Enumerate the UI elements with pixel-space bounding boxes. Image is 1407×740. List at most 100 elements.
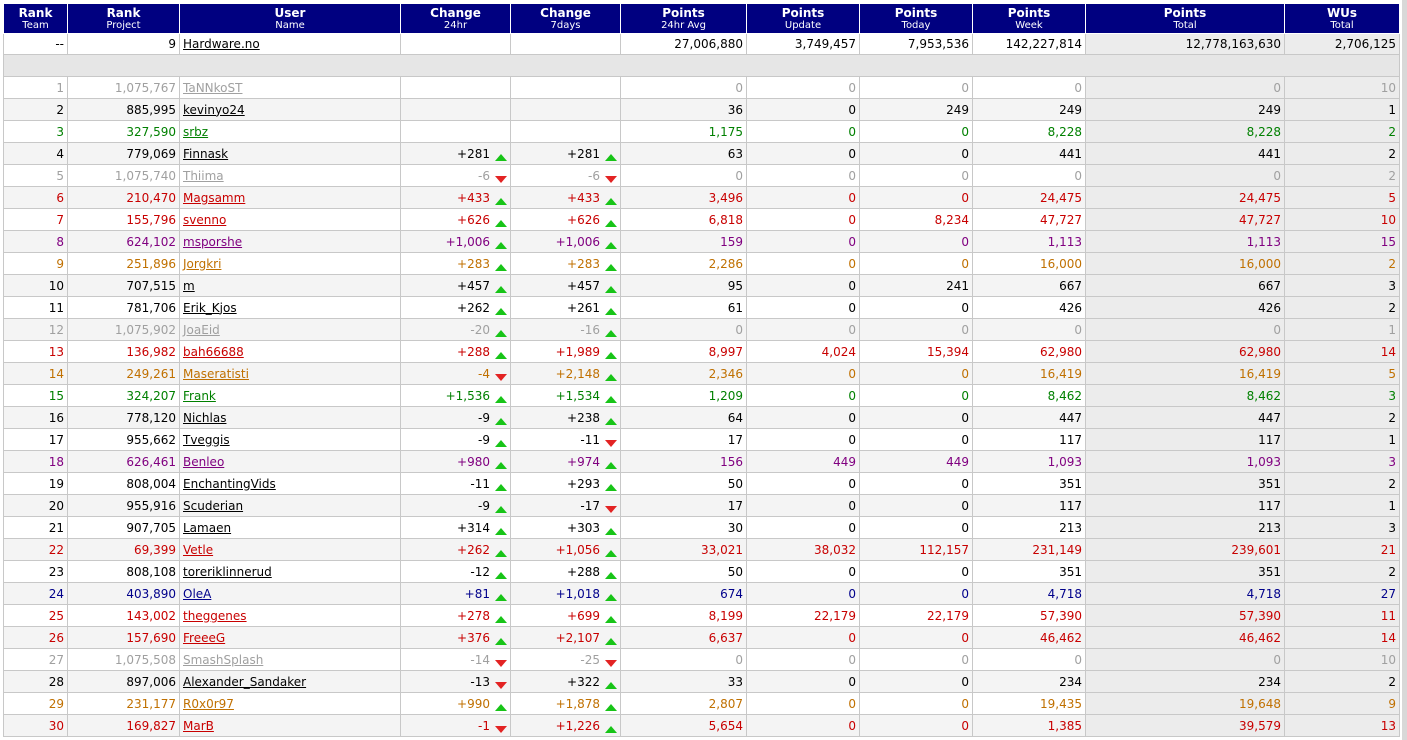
window-scrollbar[interactable] bbox=[1402, 0, 1407, 740]
points-24hr-avg-cell: 3,496 bbox=[620, 186, 747, 209]
user-name-link[interactable]: Thiima bbox=[183, 169, 224, 183]
points-24hr-avg-cell: 1,175 bbox=[620, 120, 747, 143]
user-name-link[interactable]: Lamaen bbox=[183, 521, 231, 535]
user-name-link[interactable]: Tveggis bbox=[183, 433, 230, 447]
user-name-link[interactable]: srbz bbox=[183, 125, 208, 139]
header-points-update[interactable]: Points Update bbox=[746, 3, 860, 34]
points-week-cell: 16,000 bbox=[972, 252, 1086, 275]
change-24hr-cell: +376 bbox=[400, 626, 511, 649]
rank-team-cell-value: 27 bbox=[48, 652, 64, 667]
team-points-total: 12,778,163,630 bbox=[1085, 33, 1285, 55]
wus-total-cell: 1 bbox=[1284, 494, 1400, 517]
arrow-down-icon bbox=[605, 175, 617, 183]
user-name-link[interactable]: Maseratisti bbox=[183, 367, 249, 381]
user-name-link[interactable]: MarB bbox=[183, 719, 214, 733]
user-name-link[interactable]: m bbox=[183, 279, 195, 293]
points-update-cell-value: 0 bbox=[848, 696, 856, 711]
points-24hr-avg-cell: 30 bbox=[620, 516, 747, 539]
header-points-24hr-avg[interactable]: Points 24hr Avg bbox=[620, 3, 747, 34]
points-total-cell: 441 bbox=[1085, 142, 1285, 165]
arrow-up-icon bbox=[605, 307, 617, 315]
points-week-cell: 19,435 bbox=[972, 692, 1086, 715]
change-24hr-cell: +1,006 bbox=[400, 230, 511, 253]
user-name-cell: msporshe bbox=[179, 230, 401, 253]
user-name-link[interactable]: Nichlas bbox=[183, 411, 226, 425]
header-points-week[interactable]: Points Week bbox=[972, 3, 1086, 34]
points-total-cell: 4,718 bbox=[1085, 582, 1285, 605]
header-rank-team[interactable]: Rank Team bbox=[3, 3, 68, 34]
points-update-cell: 0 bbox=[746, 208, 860, 231]
change-7days-cell-value: +1,534 bbox=[555, 388, 600, 403]
user-name-link[interactable]: Erik_Kjos bbox=[183, 301, 237, 315]
team-rank-team: -- bbox=[3, 33, 68, 55]
wus-total-cell: 13 bbox=[1284, 714, 1400, 737]
user-name-link[interactable]: TaNNkoST bbox=[183, 81, 242, 95]
team-name-link[interactable]: Hardware.no bbox=[183, 37, 260, 51]
user-name-link[interactable]: Finnask bbox=[183, 147, 228, 161]
user-name-link[interactable]: Magsamm bbox=[183, 191, 245, 205]
points-today-cell: 0 bbox=[859, 582, 973, 605]
points-today-cell: 0 bbox=[859, 120, 973, 143]
user-name-link[interactable]: Frank bbox=[183, 389, 216, 403]
user-name-link[interactable]: JoaEid bbox=[183, 323, 220, 337]
user-name-link[interactable]: Alexander_Sandaker bbox=[183, 675, 306, 689]
user-name-link[interactable]: theggenes bbox=[183, 609, 247, 623]
header-change-24hr[interactable]: Change 24hr bbox=[400, 3, 511, 34]
wus-total-cell-value: 2 bbox=[1388, 564, 1396, 579]
points-update-cell: 0 bbox=[746, 626, 860, 649]
header-wus-total[interactable]: WUs Total bbox=[1284, 3, 1400, 34]
user-name-link[interactable]: svenno bbox=[183, 213, 226, 227]
rank-team-cell-value: 18 bbox=[48, 454, 64, 469]
header-subtitle: Name bbox=[275, 19, 305, 31]
user-name-link[interactable]: Benleo bbox=[183, 455, 224, 469]
change-24hr-cell: +288 bbox=[400, 340, 511, 363]
points-week-cell-value: 57,390 bbox=[1040, 608, 1082, 623]
header-subtitle: 24hr Avg bbox=[661, 19, 706, 31]
arrow-down-icon bbox=[495, 373, 507, 381]
points-total-cell-value: 0 bbox=[1273, 652, 1281, 667]
header-points-total[interactable]: Points Total bbox=[1085, 3, 1285, 34]
header-subtitle: Update bbox=[784, 19, 822, 31]
rank-team-cell-value: 15 bbox=[48, 388, 64, 403]
arrow-down-icon bbox=[495, 175, 507, 183]
user-name-link[interactable]: Vetle bbox=[183, 543, 213, 557]
user-name-link[interactable]: R0x0r97 bbox=[183, 697, 234, 711]
user-name-link[interactable]: SmashSplash bbox=[183, 653, 263, 667]
user-name-link[interactable]: Scuderian bbox=[183, 499, 243, 513]
rank-team-cell-value: 1 bbox=[56, 80, 64, 95]
points-today-cell-value: 449 bbox=[946, 454, 969, 469]
user-name-link[interactable]: msporshe bbox=[183, 235, 242, 249]
user-name-cell: theggenes bbox=[179, 604, 401, 627]
points-update-cell: 0 bbox=[746, 164, 860, 187]
change-7days-cell-value: +626 bbox=[567, 212, 600, 227]
rank-project-cell-value: 897,006 bbox=[126, 674, 176, 689]
user-name-cell: MarB bbox=[179, 714, 401, 737]
user-name-link[interactable]: Jorgkri bbox=[183, 257, 221, 271]
wus-total-cell: 2 bbox=[1284, 406, 1400, 429]
points-total-cell-value: 57,390 bbox=[1239, 608, 1281, 623]
header-user-name[interactable]: User Name bbox=[179, 3, 401, 34]
user-name-link[interactable]: bah66688 bbox=[183, 345, 244, 359]
user-name-link[interactable]: EnchantingVids bbox=[183, 477, 276, 491]
wus-total-cell-value: 14 bbox=[1380, 630, 1396, 645]
wus-total-cell-value: 1 bbox=[1388, 432, 1396, 447]
user-name-link[interactable]: kevinyo24 bbox=[183, 103, 245, 117]
change-7days-cell: +1,989 bbox=[510, 340, 621, 363]
rank-project-cell-value: 781,706 bbox=[126, 300, 176, 315]
user-name-cell: EnchantingVids bbox=[179, 472, 401, 495]
user-name-link[interactable]: toreriklinnerud bbox=[183, 565, 272, 579]
header-change-7days[interactable]: Change 7days bbox=[510, 3, 621, 34]
rank-team-cell: 7 bbox=[3, 208, 68, 231]
user-name-link[interactable]: OleA bbox=[183, 587, 211, 601]
points-today-cell-value: 0 bbox=[961, 388, 969, 403]
rank-team-cell-value: 16 bbox=[48, 410, 64, 425]
table-row: 6 210,470 Magsamm +433 +433 3,496 0 0 24,475 24,4… bbox=[3, 186, 1400, 209]
user-name-cell: Tveggis bbox=[179, 428, 401, 451]
header-points-today[interactable]: Points Today bbox=[859, 3, 973, 34]
change-24hr-cell-value: -1 bbox=[478, 718, 490, 733]
header-rank-project[interactable]: Rank Project bbox=[67, 3, 180, 34]
arrow-up-icon bbox=[605, 417, 617, 425]
rank-project-cell-value: 1,075,740 bbox=[114, 168, 176, 183]
user-name-link[interactable]: FreeeG bbox=[183, 631, 225, 645]
points-24hr-avg-cell: 1,209 bbox=[620, 384, 747, 407]
